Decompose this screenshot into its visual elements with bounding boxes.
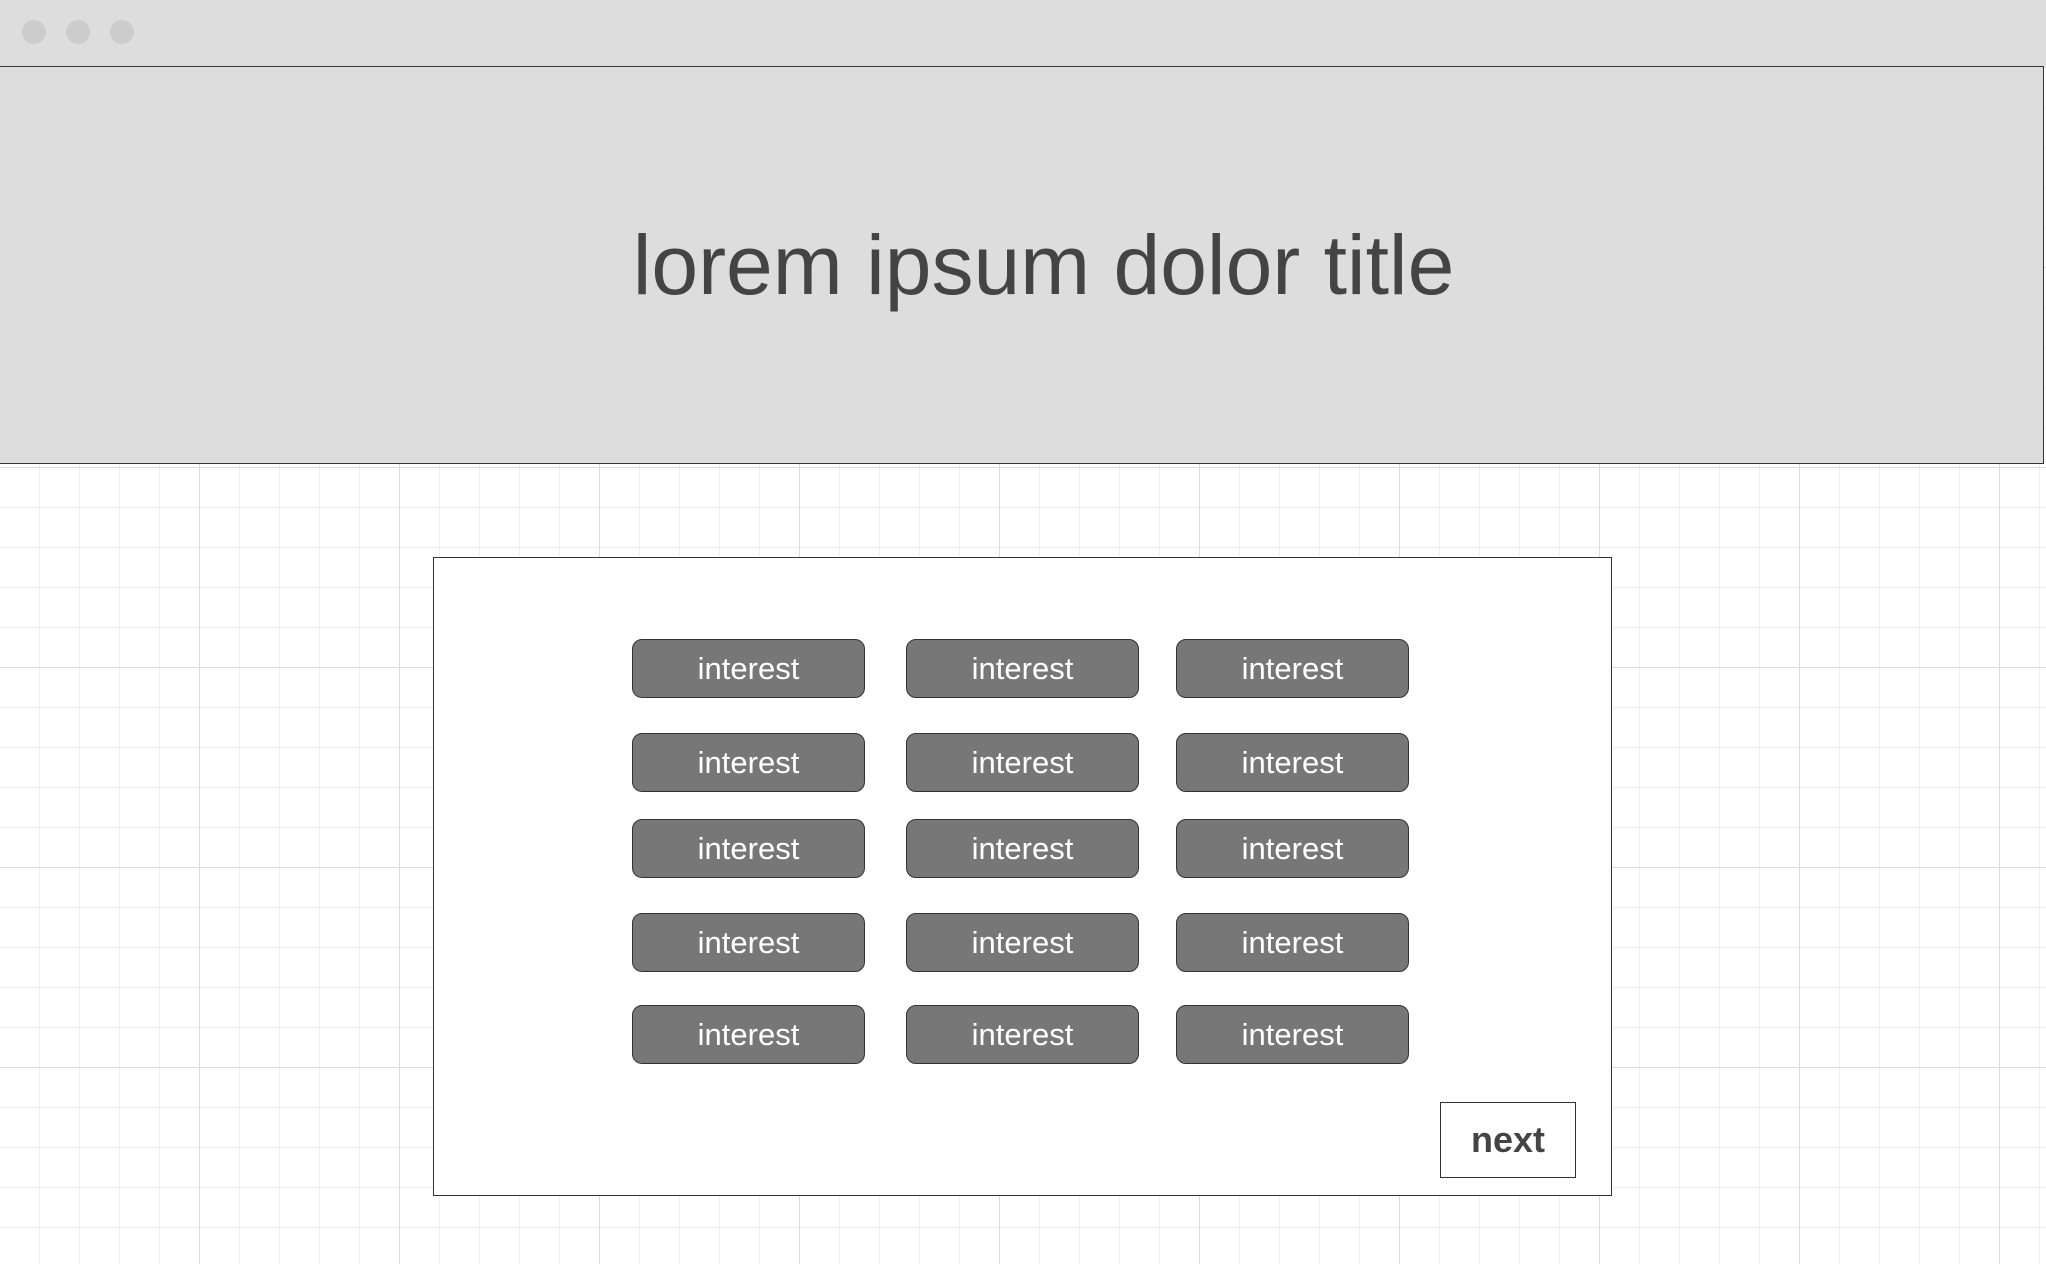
- window-minimize-dot-icon[interactable]: [66, 20, 90, 44]
- next-button[interactable]: next: [1440, 1102, 1576, 1178]
- interest-chip[interactable]: interest: [1176, 639, 1409, 698]
- page-header: lorem ipsum dolor title: [0, 66, 2044, 464]
- interest-chip[interactable]: interest: [632, 1005, 865, 1064]
- interest-chip[interactable]: interest: [632, 639, 865, 698]
- interest-chip[interactable]: interest: [1176, 819, 1409, 878]
- interest-chip[interactable]: interest: [906, 1005, 1139, 1064]
- interest-chip[interactable]: interest: [906, 819, 1139, 878]
- window-close-dot-icon[interactable]: [22, 20, 46, 44]
- interest-chip[interactable]: interest: [1176, 1005, 1409, 1064]
- interest-chip[interactable]: interest: [632, 913, 865, 972]
- interest-chip[interactable]: interest: [1176, 733, 1409, 792]
- window-titlebar: [0, 0, 2046, 66]
- interest-chip[interactable]: interest: [1176, 913, 1409, 972]
- interest-chip[interactable]: interest: [632, 733, 865, 792]
- interest-chip[interactable]: interest: [906, 913, 1139, 972]
- interest-chip[interactable]: interest: [906, 733, 1139, 792]
- window-maximize-dot-icon[interactable]: [110, 20, 134, 44]
- interest-chip[interactable]: interest: [906, 639, 1139, 698]
- page-title: lorem ipsum dolor title: [632, 217, 1455, 312]
- interest-chip[interactable]: interest: [632, 819, 865, 878]
